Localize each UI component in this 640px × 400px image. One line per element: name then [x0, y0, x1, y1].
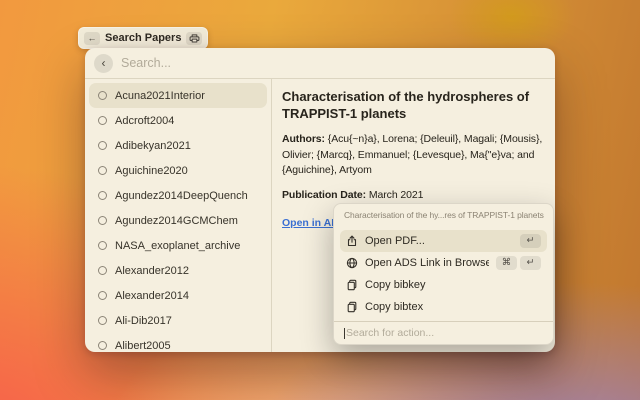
share-icon [346, 235, 358, 247]
action-panel: Characterisation of the hy...res of TRAP… [333, 203, 554, 345]
paper-ring-icon [98, 91, 107, 100]
desktop-wallpaper: ← Search Papers ‹ Search... Acuna2021Int… [0, 0, 640, 400]
action-panel-header: Characterisation of the hy...res of TRAP… [334, 204, 553, 228]
paper-ring-icon [98, 341, 107, 350]
shortcut-keys: ⌘↵ [496, 256, 541, 270]
list-item-label: Acuna2021Interior [115, 90, 205, 102]
list-item[interactable]: Alexander2014 [89, 283, 267, 308]
paper-ring-icon [98, 191, 107, 200]
action-item-label: Open PDF... [365, 235, 425, 247]
list-item[interactable]: Acuna2021Interior [89, 83, 267, 108]
papers-list: Acuna2021Interior Adcroft2004 Adibekyan202… [85, 79, 272, 352]
action-item-label: Copy bibkey [365, 279, 426, 291]
list-item-label: Adcroft2004 [115, 115, 174, 127]
return-key-icon: ↵ [520, 234, 541, 248]
list-item[interactable]: Alexander2012 [89, 258, 267, 283]
action-search-bar[interactable]: Search for action... [334, 321, 553, 344]
list-item[interactable]: Agundez2014GCMChem [89, 208, 267, 233]
list-item-label: Alexander2014 [115, 290, 189, 302]
list-item[interactable]: Alibert2005 [89, 333, 267, 352]
back-arrow-icon[interactable]: ← [84, 32, 100, 45]
paper-pubdate: Publication Date: March 2021 [282, 188, 547, 204]
clipboard-icon [346, 301, 358, 313]
back-button[interactable]: ‹ [94, 54, 113, 73]
list-item-label: NASA_exoplanet_archive [115, 240, 240, 252]
clipboard-icon [346, 279, 358, 291]
list-item[interactable]: Adcroft2004 [89, 108, 267, 133]
action-item[interactable]: Open ADS Link in Browser ⌘↵ [340, 252, 547, 274]
authors-label: Authors: [282, 133, 325, 145]
paper-ring-icon [98, 266, 107, 275]
return-key-icon: ↵ [520, 256, 541, 270]
list-item[interactable]: Adibekyan2021 [89, 133, 267, 158]
list-item-label: Agundez2014GCMChem [115, 215, 238, 227]
action-search-input[interactable]: Search for action... [346, 327, 434, 339]
paper-ring-icon [98, 241, 107, 250]
action-item[interactable]: Copy bibkey [340, 274, 547, 296]
action-item[interactable]: Open PDF... ↵ [340, 230, 547, 252]
command-key-icon: ⌘ [496, 256, 517, 270]
list-item-label: Alexander2012 [115, 265, 189, 277]
pubdate-label: Publication Date: [282, 189, 366, 201]
action-item-label: Open ADS Link in Browser [365, 257, 489, 269]
text-cursor [344, 328, 345, 339]
paper-ring-icon [98, 291, 107, 300]
action-list: Open PDF... ↵ Open ADS Link in Browser ⌘↵ Co… [334, 228, 553, 321]
paper-ring-icon [98, 216, 107, 225]
globe-icon [346, 257, 358, 269]
paper-ring-icon [98, 141, 107, 150]
action-item-label: Copy bibtex [365, 301, 423, 313]
list-item[interactable]: Ali-Dib2017 [89, 308, 267, 333]
list-item-label: Ali-Dib2017 [115, 315, 172, 327]
paper-ring-icon [98, 166, 107, 175]
paper-ring-icon [98, 316, 107, 325]
list-item-label: Alibert2005 [115, 340, 171, 352]
paper-ring-icon [98, 116, 107, 125]
search-bar: ‹ Search... [85, 48, 555, 79]
paper-authors: Authors: {Acu{~n}a}, Lorena; {Deleuil}, … [282, 132, 547, 179]
list-item[interactable]: Agundez2014DeepQuench [89, 183, 267, 208]
shortcut-keys: ↵ [520, 234, 541, 248]
search-input[interactable]: Search... [121, 56, 171, 70]
printer-icon [186, 32, 202, 45]
command-tag-label: Search Papers [105, 32, 181, 44]
list-item[interactable]: NASA_exoplanet_archive [89, 233, 267, 258]
list-item-label: Agundez2014DeepQuench [115, 190, 248, 202]
paper-title: Characterisation of the hydrospheres of … [282, 89, 547, 123]
list-item[interactable]: Aguichine2020 [89, 158, 267, 183]
list-item-label: Adibekyan2021 [115, 140, 191, 152]
command-tag[interactable]: ← Search Papers [78, 27, 208, 49]
action-item[interactable]: Copy bibtex [340, 296, 547, 318]
list-item-label: Aguichine2020 [115, 165, 188, 177]
chevron-left-icon: ‹ [102, 57, 106, 69]
